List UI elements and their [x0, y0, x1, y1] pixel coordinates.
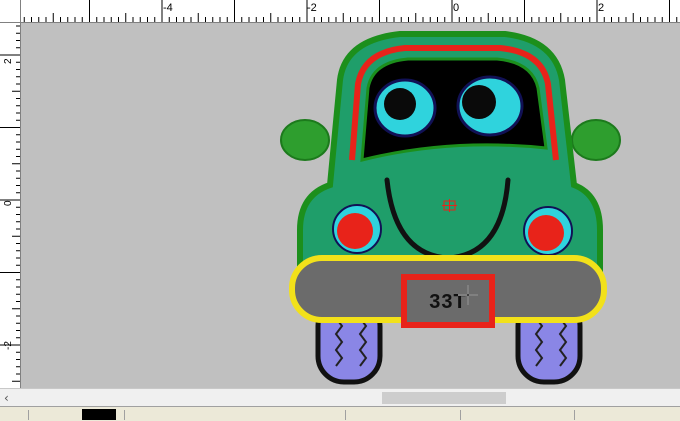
horizontal-scroll-thumb[interactable]	[382, 392, 506, 404]
horizontal-ruler: -4 -2 0 2	[0, 0, 680, 23]
scroll-left-arrow-icon[interactable]: ‹	[4, 390, 9, 406]
right-mirror	[571, 119, 621, 161]
ruler-corner	[0, 0, 21, 23]
status-divider	[28, 410, 29, 420]
left-mirror	[280, 119, 330, 161]
ruler-label-minus2: -2	[307, 2, 317, 14]
ruler-label-0: 0	[453, 2, 460, 14]
left-pupil	[384, 88, 416, 120]
horizontal-scrollbar[interactable]: ‹	[0, 388, 680, 407]
ruler-label-v2: 2	[3, 58, 14, 64]
ruler-label-vminus2: -2	[3, 341, 14, 350]
status-divider	[124, 410, 125, 420]
right-pupil	[462, 85, 496, 119]
horizontal-ruler-ticks	[23, 0, 678, 22]
status-divider	[460, 410, 461, 420]
design-canvas[interactable]: 33T	[21, 23, 680, 388]
right-headlight-inner	[528, 215, 564, 251]
vertical-ruler: 2 0 -2	[0, 22, 21, 388]
status-divider	[574, 410, 575, 420]
ruler-label-2: 2	[598, 2, 605, 14]
embroidery-design[interactable]: 33T	[21, 23, 680, 388]
ruler-label-minus4: -4	[163, 2, 173, 14]
ruler-label-v0: 0	[3, 200, 14, 206]
left-headlight-inner	[337, 213, 373, 249]
current-color-swatch[interactable]	[82, 409, 116, 420]
status-divider	[345, 410, 346, 420]
